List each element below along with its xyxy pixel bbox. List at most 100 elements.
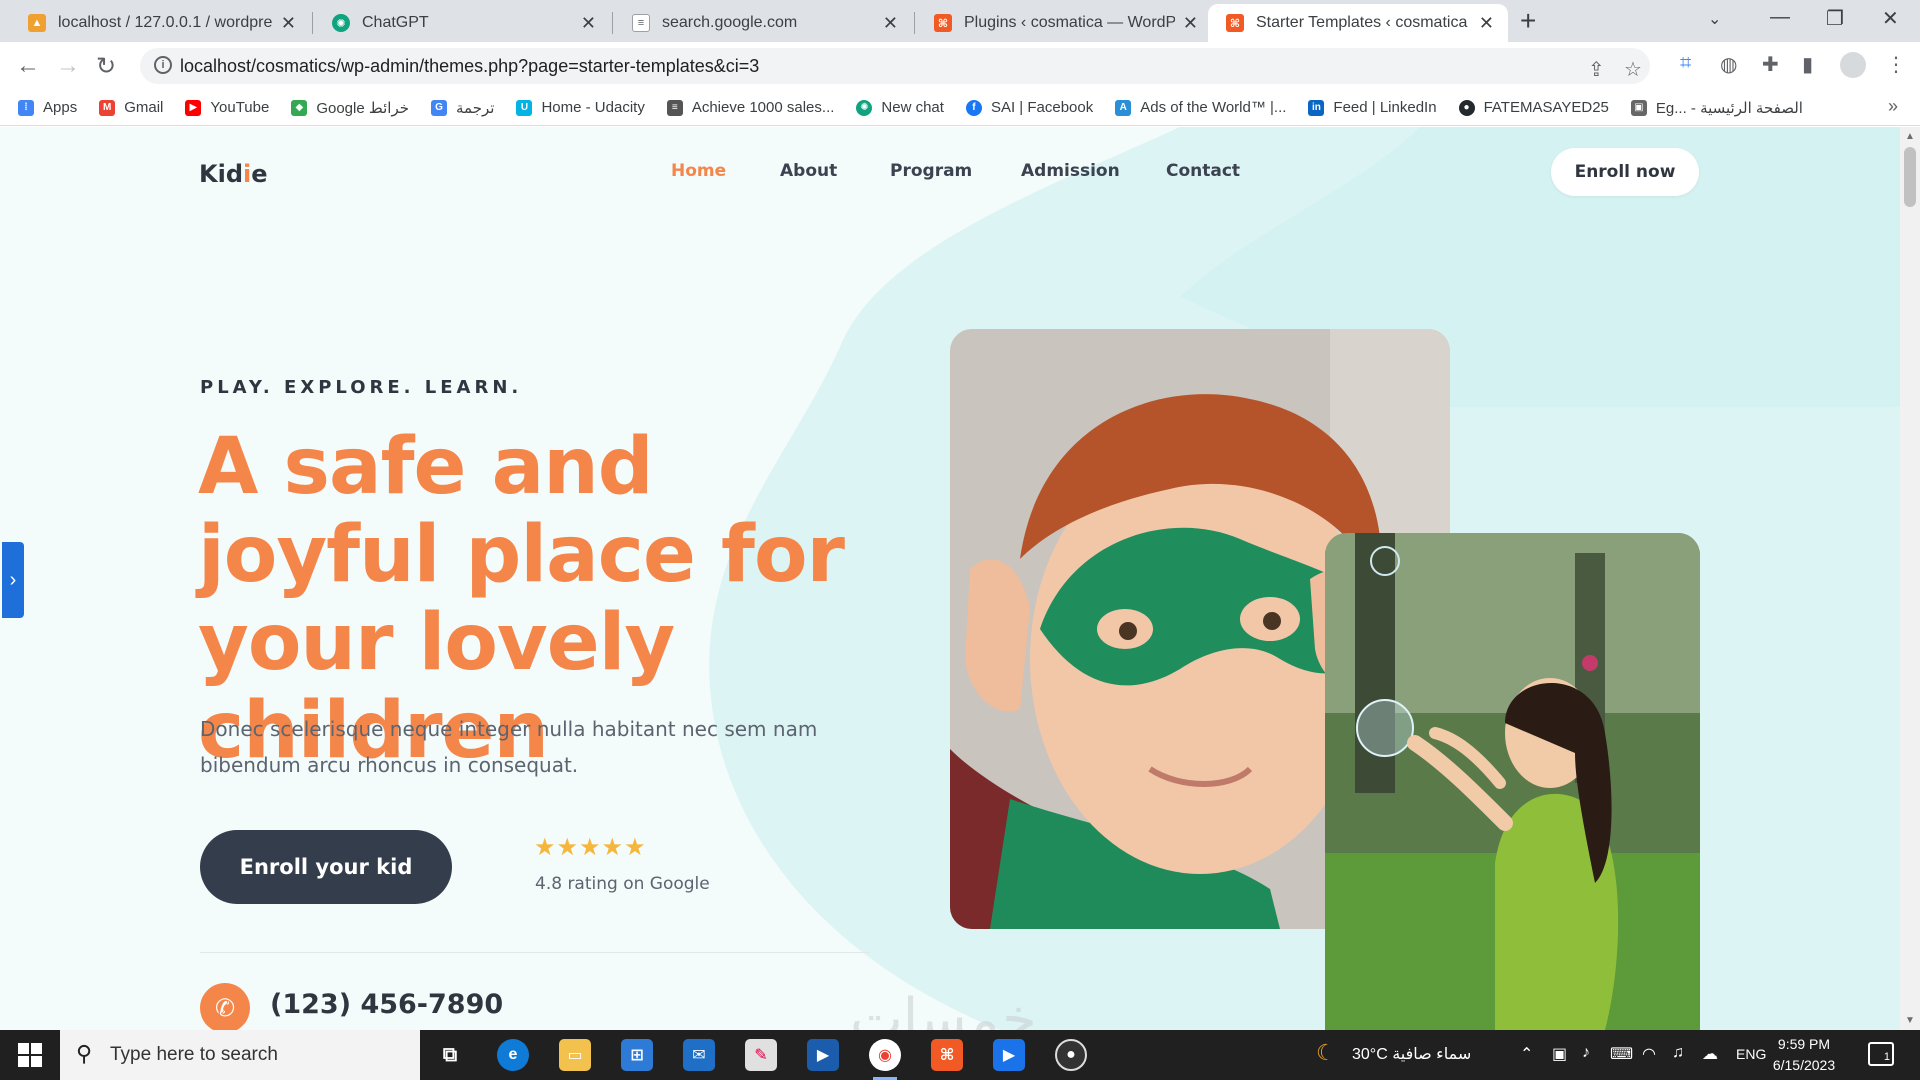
notification-count: 1 [1883, 1051, 1890, 1063]
bookmark-github[interactable]: ● FATEMASAYED25 [1458, 99, 1609, 116]
bookmark-new-chat[interactable]: ✺ New chat [856, 99, 944, 116]
starter-templates-icon: ⌘ [1226, 14, 1244, 32]
notification-center-icon[interactable]: 1 [1868, 1042, 1894, 1066]
taskbar-search[interactable]: ⚲ Type here to search [60, 1030, 420, 1080]
microsoft-store-icon[interactable]: ⊞ [621, 1039, 653, 1071]
weather-text[interactable]: 30°C سماء صافية [1352, 1044, 1471, 1064]
close-icon[interactable]: ✕ [1479, 13, 1494, 34]
page-scrollbar[interactable]: ▲ ▼ [1900, 127, 1920, 1030]
meet-now-icon[interactable]: ▣ [1552, 1044, 1567, 1064]
website-preview: Kidie Home About Program Admission Conta… [0, 127, 1900, 1030]
facebook-icon: f [965, 99, 982, 116]
divider [200, 952, 870, 953]
file-explorer-icon[interactable]: ▭ [559, 1039, 591, 1071]
bookmark-udacity[interactable]: U Home - Udacity [516, 99, 645, 116]
clock-time: 9:59 PM [1777, 1036, 1831, 1052]
share-icon[interactable]: ⇪ [1588, 57, 1605, 82]
chatgpt-icon: ✺ [332, 14, 350, 32]
url-bar[interactable]: i localhost/cosmatics/wp-admin/themes.ph… [140, 48, 1650, 84]
onedrive-cloud-icon[interactable]: ☁ [1702, 1044, 1718, 1064]
close-icon[interactable]: ✕ [1183, 13, 1198, 34]
expand-sidebar-icon[interactable]: › [2, 542, 24, 618]
close-window-icon[interactable]: ✕ [1882, 6, 1899, 31]
site-logo[interactable]: Kidie [199, 160, 268, 188]
bookmark-gmail[interactable]: M Gmail [99, 99, 163, 116]
more-bookmarks-icon[interactable]: » [1888, 96, 1898, 117]
windows-taskbar: ⚲ Type here to search ⧉ e ▭ ⊞ ✉ ✎ ▶ ◉ ⌘ … [0, 1030, 1920, 1080]
chrome-icon[interactable]: ◉ [869, 1039, 901, 1080]
apps-grid-icon: ⁞ [18, 99, 34, 116]
tray-chevron-icon[interactable]: ⌃ [1520, 1044, 1533, 1064]
tab-plugins[interactable]: ⌘ Plugins ‹ cosmatica — WordPress ✕ [916, 4, 1212, 42]
back-icon[interactable]: ← [16, 52, 40, 80]
enroll-now-button[interactable]: Enroll now [1551, 148, 1699, 196]
bookmark-translate[interactable]: G ترجمة [431, 99, 494, 117]
site-info-icon[interactable]: i [154, 56, 172, 74]
youtube-icon: ▶ [185, 99, 202, 116]
clock-date: 6/15/2023 [1772, 1057, 1836, 1073]
edge-icon[interactable]: e [497, 1039, 529, 1071]
forward-icon[interactable]: → [56, 52, 80, 80]
bookmark-apps[interactable]: ⁞ Apps [18, 99, 77, 116]
translate-extension-icon[interactable]: ⌗ [1680, 52, 1691, 75]
close-icon[interactable]: ✕ [581, 13, 596, 34]
xampp-icon[interactable]: ⌘ [931, 1039, 963, 1071]
new-tab-icon[interactable]: + [1520, 5, 1536, 37]
rating-stars: ★★★★★ [534, 834, 647, 861]
tab-starter-templates[interactable]: ⌘ Starter Templates ‹ cosmatica — ✕ [1208, 4, 1508, 42]
nav-contact[interactable]: Contact [1166, 161, 1240, 181]
close-icon[interactable]: ✕ [281, 13, 296, 34]
watermark: خمسات [850, 987, 1037, 1030]
restore-icon[interactable]: ❐ [1826, 6, 1844, 31]
nav-admission[interactable]: Admission [1021, 161, 1120, 181]
bookmark-ads-of-the-world[interactable]: A Ads of the World™ |... [1115, 99, 1286, 116]
tab-search-console[interactable]: ≡ search.google.com ✕ [614, 4, 912, 42]
phone-number[interactable]: (123) 456-7890 [270, 989, 503, 1020]
bookmark-maps[interactable]: ◆ Google خرائط [291, 99, 409, 117]
paint-icon[interactable]: ✎ [745, 1039, 777, 1071]
hero-eyebrow: PLAY. EXPLORE. LEARN. [200, 377, 523, 398]
translate-icon: G [431, 99, 448, 116]
tab-chatgpt[interactable]: ✺ ChatGPT ✕ [314, 4, 610, 42]
nav-home[interactable]: Home [671, 161, 726, 181]
tab-search-icon[interactable]: ⌄ [1708, 9, 1721, 29]
maps-icon: ◆ [291, 99, 308, 116]
bookmarks-bar: ⁞ Apps M Gmail ▶ YouTube ◆ Google خرائط G ترج… [0, 90, 1920, 126]
bookmark-star-icon[interactable]: ☆ [1624, 57, 1642, 82]
close-icon[interactable]: ✕ [883, 13, 898, 34]
taskbar-clock[interactable]: 9:59 PM 6/15/2023 [1754, 1034, 1854, 1076]
nav-program[interactable]: Program [890, 161, 972, 181]
task-view-icon[interactable]: ⧉ [434, 1039, 466, 1071]
globe-extension-icon[interactable]: ◍ [1720, 52, 1737, 77]
bookmark-sales[interactable]: ≡ Achieve 1000 sales... [666, 99, 834, 116]
bookmark-linkedin[interactable]: in Feed | LinkedIn [1308, 99, 1437, 116]
enroll-your-kid-button[interactable]: Enroll your kid [200, 830, 452, 904]
mail-icon[interactable]: ✉ [683, 1039, 715, 1071]
microphone-icon[interactable]: ♪ [1582, 1044, 1590, 1062]
menu-kebab-icon[interactable]: ⋮ [1886, 52, 1906, 77]
address-toolbar: ← → ↻ i localhost/cosmatics/wp-admin/the… [0, 42, 1920, 90]
bookmark-egypt[interactable]: ▣ Eg... - الصفحة الرئيسية [1630, 99, 1803, 117]
udacity-icon: U [516, 99, 533, 116]
side-panel-icon[interactable]: ▮ [1802, 52, 1813, 77]
volume-icon[interactable]: ♫ [1672, 1044, 1684, 1062]
bookmark-youtube[interactable]: ▶ YouTube [185, 99, 269, 116]
search-icon: ⚲ [76, 1041, 93, 1066]
linkedin-icon: in [1308, 99, 1325, 116]
hero-photo-bubbles-child [1325, 533, 1700, 1030]
reload-icon[interactable]: ↻ [96, 52, 116, 81]
bookmark-facebook[interactable]: f SAI | Facebook [965, 99, 1093, 116]
nav-about[interactable]: About [780, 161, 837, 181]
minimize-icon[interactable]: — [1770, 6, 1790, 29]
keyboard-icon[interactable]: ⌨ [1610, 1044, 1633, 1064]
recorder-icon[interactable]: ● [1055, 1039, 1087, 1071]
tab-phpmyadmin[interactable]: ▲ localhost / 127.0.0.1 / wordpress ✕ [10, 4, 310, 42]
tab-title: search.google.com [662, 14, 798, 31]
windows-start-icon[interactable] [18, 1043, 42, 1067]
media-player-icon[interactable]: ▶ [993, 1039, 1025, 1071]
rating-text: 4.8 rating on Google [535, 874, 710, 894]
profile-avatar[interactable] [1840, 52, 1866, 78]
wifi-icon[interactable]: ◠ [1642, 1044, 1656, 1064]
extensions-puzzle-icon[interactable]: ✚ [1762, 52, 1779, 77]
video-editor-icon[interactable]: ▶ [807, 1039, 839, 1071]
